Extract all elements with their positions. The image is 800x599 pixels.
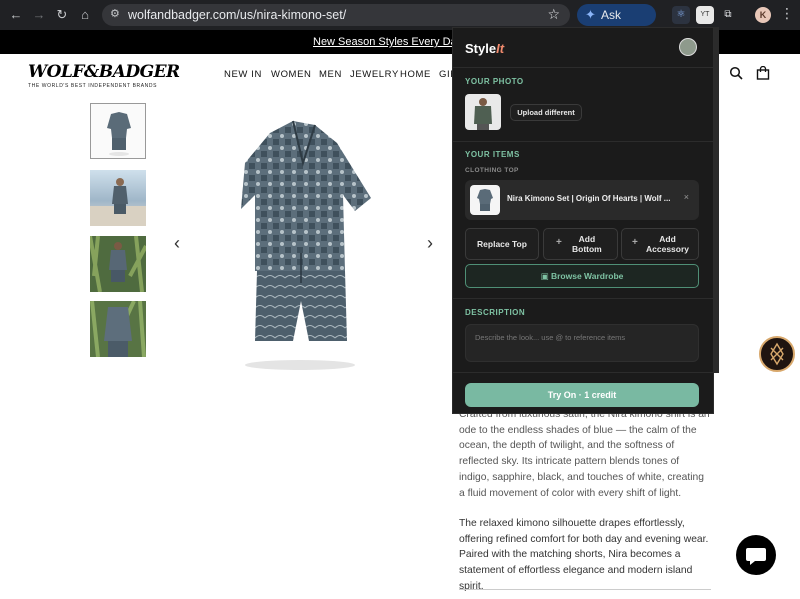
add-accessory-button[interactable]: + Add Accessory xyxy=(621,228,699,260)
divider xyxy=(453,298,713,299)
extensions-puzzle-icon[interactable]: ⧉ xyxy=(719,6,737,24)
your-photo-heading: YOUR PHOTO xyxy=(465,77,524,86)
your-items-heading: YOUR ITEMS xyxy=(465,150,520,159)
profile-avatar[interactable]: K xyxy=(755,7,771,23)
upload-different-button[interactable]: Upload different xyxy=(510,104,582,121)
popup-scrollbar[interactable] xyxy=(714,27,719,373)
main-product-image[interactable] xyxy=(165,103,450,385)
item-title: Nira Kimono Set | Origin Of Hearts | Wol… xyxy=(507,194,671,203)
model-palms-closeup-image xyxy=(90,301,146,357)
divider xyxy=(453,67,713,68)
reload-icon[interactable]: ↻ xyxy=(52,5,72,25)
logo-wordmark: WOLF&BADGER xyxy=(28,62,180,82)
divider xyxy=(453,141,713,142)
browser-toolbar: ← → ↻ ⌂ ⚙ wolfandbadger.com/us/nira-kimo… xyxy=(0,0,800,44)
selected-item-card[interactable]: Nira Kimono Set | Origin Of Hearts | Wol… xyxy=(465,180,699,220)
wardrobe-icon: ▣ xyxy=(540,271,549,281)
site-info-icon[interactable]: ⚙ xyxy=(110,7,120,20)
product-thumbnail-image xyxy=(107,112,131,156)
home-icon[interactable]: ⌂ xyxy=(75,5,95,25)
brand-badge-icon[interactable] xyxy=(759,336,795,372)
try-on-button[interactable]: Try On · 1 credit xyxy=(465,383,699,407)
product-description-2: The relaxed kimono silhouette drapes eff… xyxy=(459,518,709,592)
nav-men[interactable]: MEN xyxy=(319,69,342,80)
add-accessory-label: Add Accessory xyxy=(646,234,690,254)
add-bottom-label: Add Bottom xyxy=(572,234,602,254)
site-logo[interactable]: WOLF&BADGER THE WORLD'S BEST INDEPENDENT… xyxy=(28,62,180,89)
url-text: wolfandbadger.com/us/nira-kimono-set/ xyxy=(128,8,347,22)
browse-wardrobe-button[interactable]: ▣ Browse Wardrobe xyxy=(465,264,699,288)
plus-icon: + xyxy=(556,237,562,248)
thumbnail-2[interactable] xyxy=(90,170,146,226)
popup-brand: StyleIt xyxy=(465,41,505,56)
thumbnail-4[interactable] xyxy=(90,301,146,357)
search-icon[interactable] xyxy=(729,66,743,80)
item-thumbnail xyxy=(470,185,500,215)
next-image-arrow-icon[interactable]: › xyxy=(427,233,433,254)
react-devtools-icon[interactable]: ⚛ xyxy=(672,6,690,24)
clothing-top-label: CLOTHING TOP xyxy=(465,167,519,174)
add-bottom-button[interactable]: + Add Bottom xyxy=(543,228,618,260)
model-beach-image xyxy=(90,178,146,226)
thumbnail-1[interactable] xyxy=(90,103,146,159)
ask-gemini-button[interactable]: ✦ Ask Gemini xyxy=(577,4,656,44)
nav-home[interactable]: HOME xyxy=(400,69,431,80)
plus-icon: + xyxy=(632,237,638,248)
nav-women[interactable]: WOMEN xyxy=(271,69,311,80)
user-photo-thumbnail xyxy=(465,94,501,130)
description-input[interactable]: Describe the look... use @ to reference … xyxy=(465,324,699,362)
styleit-popup: StyleIt YOUR PHOTO Upload different YOUR… xyxy=(452,27,714,414)
prev-image-arrow-icon[interactable]: ‹ xyxy=(174,233,180,254)
user-avatar[interactable] xyxy=(679,38,697,56)
bookmark-star-icon[interactable]: ☆ xyxy=(547,6,560,23)
logo-tagline: THE WORLD'S BEST INDEPENDENT BRANDS xyxy=(28,83,158,89)
remove-item-icon[interactable]: × xyxy=(684,192,689,202)
browse-wardrobe-label: Browse Wardrobe xyxy=(550,271,624,281)
back-icon[interactable]: ← xyxy=(6,5,26,25)
product-description-1: Crafted from luxurious satin, the Nira k… xyxy=(459,409,710,499)
forward-icon[interactable]: → xyxy=(29,5,49,25)
divider xyxy=(453,372,713,373)
nav-jewelry[interactable]: JEWELRY xyxy=(350,69,399,80)
shopping-bag-icon[interactable] xyxy=(756,66,770,80)
kimono-set-illustration xyxy=(241,120,371,370)
divider xyxy=(459,589,711,590)
thumbnail-3[interactable] xyxy=(90,236,146,292)
gemini-spark-icon: ✦ xyxy=(585,7,596,22)
model-palms-image xyxy=(90,236,146,292)
styleit-extension-icon[interactable]: YT xyxy=(696,6,714,24)
browser-menu-icon[interactable]: ⋮ xyxy=(780,5,794,22)
address-bar[interactable]: ⚙ wolfandbadger.com/us/nira-kimono-set/ … xyxy=(102,4,570,26)
chat-icon[interactable] xyxy=(736,535,776,575)
nav-new-in[interactable]: NEW IN xyxy=(224,69,262,80)
description-heading: DESCRIPTION xyxy=(465,308,526,317)
replace-top-button[interactable]: Replace Top xyxy=(465,228,539,260)
